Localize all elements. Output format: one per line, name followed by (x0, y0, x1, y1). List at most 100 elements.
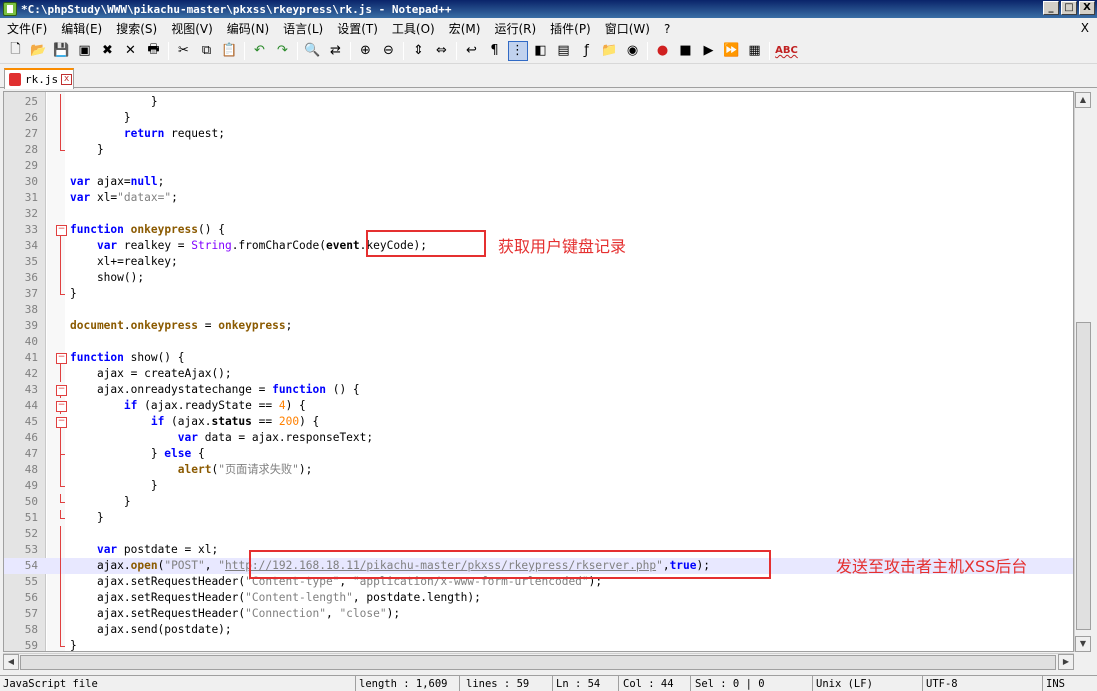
code-line[interactable]: 31 var xl="datax="; (4, 190, 1073, 206)
scroll-left-icon[interactable]: ◀ (3, 654, 19, 670)
scroll-down-icon[interactable]: ▼ (1075, 636, 1091, 652)
code-line[interactable]: 44 if (ajax.readyState == 4) { (4, 398, 1073, 414)
code-line[interactable]: 57 ajax.setRequestHeader("Connection", "… (4, 606, 1073, 622)
code-line[interactable]: 36 show(); (4, 270, 1073, 286)
open-icon[interactable]: 📂 (29, 41, 49, 61)
code-text: ajax.setRequestHeader("Connection", "clo… (70, 607, 401, 620)
status-mode[interactable]: INS (1043, 676, 1097, 691)
code-line[interactable]: 37} (4, 286, 1073, 302)
menu-tools[interactable]: 工具(O) (385, 20, 442, 37)
code-line[interactable]: 38 (4, 302, 1073, 318)
close-button[interactable]: X (1079, 1, 1095, 15)
code-line[interactable]: 32 (4, 206, 1073, 222)
fold-toggle-icon[interactable] (56, 222, 67, 238)
menu-macro[interactable]: 宏(M) (442, 20, 488, 37)
doc-map-icon[interactable]: ▤ (554, 41, 574, 61)
menu-settings[interactable]: 设置(T) (330, 20, 385, 37)
scroll-right-icon[interactable]: ▶ (1058, 654, 1074, 670)
menu-plugins[interactable]: 插件(P) (543, 20, 598, 37)
sync-h-icon[interactable]: ⇔ (432, 41, 452, 61)
indent-guide-icon[interactable]: ⋮ (507, 40, 528, 61)
stop-icon[interactable]: ■ (676, 41, 696, 61)
code-line[interactable]: 47 } else { (4, 446, 1073, 462)
fold-toggle-icon[interactable] (56, 382, 67, 398)
menu-window[interactable]: 窗口(W) (598, 20, 657, 37)
status-encoding[interactable]: UTF-8 (923, 676, 1043, 691)
code-line[interactable]: 59} (4, 638, 1073, 651)
menu-run[interactable]: 运行(R) (487, 20, 543, 37)
save-icon[interactable]: 💾 (52, 41, 72, 61)
spellcheck-icon[interactable]: ABC (775, 41, 799, 61)
code-line[interactable]: 50 } (4, 494, 1073, 510)
status-eol[interactable]: Unix (LF) (813, 676, 923, 691)
code-line[interactable]: 43 ajax.onreadystatechange = function ()… (4, 382, 1073, 398)
horizontal-scroll-thumb[interactable] (20, 655, 1056, 670)
code-line[interactable]: 29 (4, 158, 1073, 174)
line-number: 30 (24, 175, 38, 188)
code-line[interactable]: 28 } (4, 142, 1073, 158)
code-line[interactable]: 46 var data = ajax.responseText; (4, 430, 1073, 446)
code-line[interactable]: 40 (4, 334, 1073, 350)
vertical-scroll-thumb[interactable] (1076, 322, 1091, 630)
redo-icon[interactable]: ↷ (273, 41, 293, 61)
code-line[interactable]: 51 } (4, 510, 1073, 526)
close-all-icon[interactable]: ✕ (121, 41, 141, 61)
close-document-icon[interactable]: X (1081, 21, 1089, 35)
code-line[interactable]: 58 ajax.send(postdate); (4, 622, 1073, 638)
code-line[interactable]: 41 function show() { (4, 350, 1073, 366)
code-line[interactable]: 39 document.onkeypress = onkeypress; (4, 318, 1073, 334)
code-line[interactable]: 26 } (4, 110, 1073, 126)
code-line[interactable]: 30 var ajax=null; (4, 174, 1073, 190)
save-macro-icon[interactable]: ▦ (745, 41, 765, 61)
fold-toggle-icon[interactable] (56, 414, 67, 430)
code-editor[interactable]: 25 } 26 } 27 return request; 28 } 29 30 var aj… (3, 91, 1074, 652)
monitor-icon[interactable]: ◉ (623, 41, 643, 61)
menu-encoding[interactable]: 编码(N) (220, 20, 276, 37)
lang-icon[interactable]: ◧ (531, 41, 551, 61)
undo-icon[interactable]: ↶ (250, 41, 270, 61)
menu-help[interactable]: ? (657, 22, 677, 36)
new-icon[interactable]: 🗋 (6, 41, 26, 61)
code-line[interactable]: 42 ajax = createAjax(); (4, 366, 1073, 382)
print-icon[interactable]: 🖶 (144, 41, 164, 61)
menu-view[interactable]: 视图(V) (164, 20, 220, 37)
close-icon[interactable]: ✖ (98, 41, 118, 61)
all-chars-icon[interactable]: ¶ (485, 41, 505, 61)
play-multi-icon[interactable]: ⏩ (722, 41, 742, 61)
paste-icon[interactable]: 📋 (220, 41, 240, 61)
maximize-button[interactable]: □ (1061, 1, 1077, 15)
play-icon[interactable]: ▶ (699, 41, 719, 61)
code-line[interactable]: 49 } (4, 478, 1073, 494)
menu-file[interactable]: 文件(F) (0, 20, 54, 37)
record-icon[interactable]: ● (653, 41, 673, 61)
status-sel: Sel : 0 | 0 (691, 676, 813, 691)
vertical-scrollbar[interactable]: ▲ ▼ (1074, 92, 1091, 652)
copy-icon[interactable]: ⧉ (197, 41, 217, 61)
zoom-in-icon[interactable]: ⊕ (356, 41, 376, 61)
menu-search[interactable]: 搜索(S) (109, 20, 164, 37)
tab-rk-js[interactable]: rk.js x (4, 68, 74, 89)
replace-icon[interactable]: ⇄ (326, 41, 346, 61)
save-all-icon[interactable]: ▣ (75, 41, 95, 61)
scroll-up-icon[interactable]: ▲ (1075, 92, 1091, 108)
wrap-icon[interactable]: ↩ (462, 41, 482, 61)
horizontal-scrollbar[interactable]: ◀ ▶ (3, 653, 1074, 670)
code-line[interactable]: 48 alert("页面请求失败"); (4, 462, 1073, 478)
code-line[interactable]: 45 if (ajax.status == 200) { (4, 414, 1073, 430)
fold-toggle-icon[interactable] (56, 398, 67, 414)
code-line[interactable]: 52 (4, 526, 1073, 542)
function-list-icon[interactable]: ƒ (577, 41, 597, 61)
menu-edit[interactable]: 编辑(E) (54, 20, 109, 37)
tab-close-icon[interactable]: x (61, 74, 73, 85)
code-line[interactable]: 56 ajax.setRequestHeader("Content-length… (4, 590, 1073, 606)
code-line[interactable]: 27 return request; (4, 126, 1073, 142)
zoom-out-icon[interactable]: ⊖ (379, 41, 399, 61)
cut-icon[interactable]: ✂ (174, 41, 194, 61)
menu-language[interactable]: 语言(L) (276, 20, 330, 37)
find-icon[interactable]: 🔍 (303, 41, 323, 61)
code-line[interactable]: 25 } (4, 94, 1073, 110)
minimize-button[interactable]: _ (1043, 1, 1059, 15)
folder-icon[interactable]: 📁 (600, 41, 620, 61)
fold-toggle-icon[interactable] (56, 350, 67, 366)
sync-v-icon[interactable]: ⇕ (409, 41, 429, 61)
